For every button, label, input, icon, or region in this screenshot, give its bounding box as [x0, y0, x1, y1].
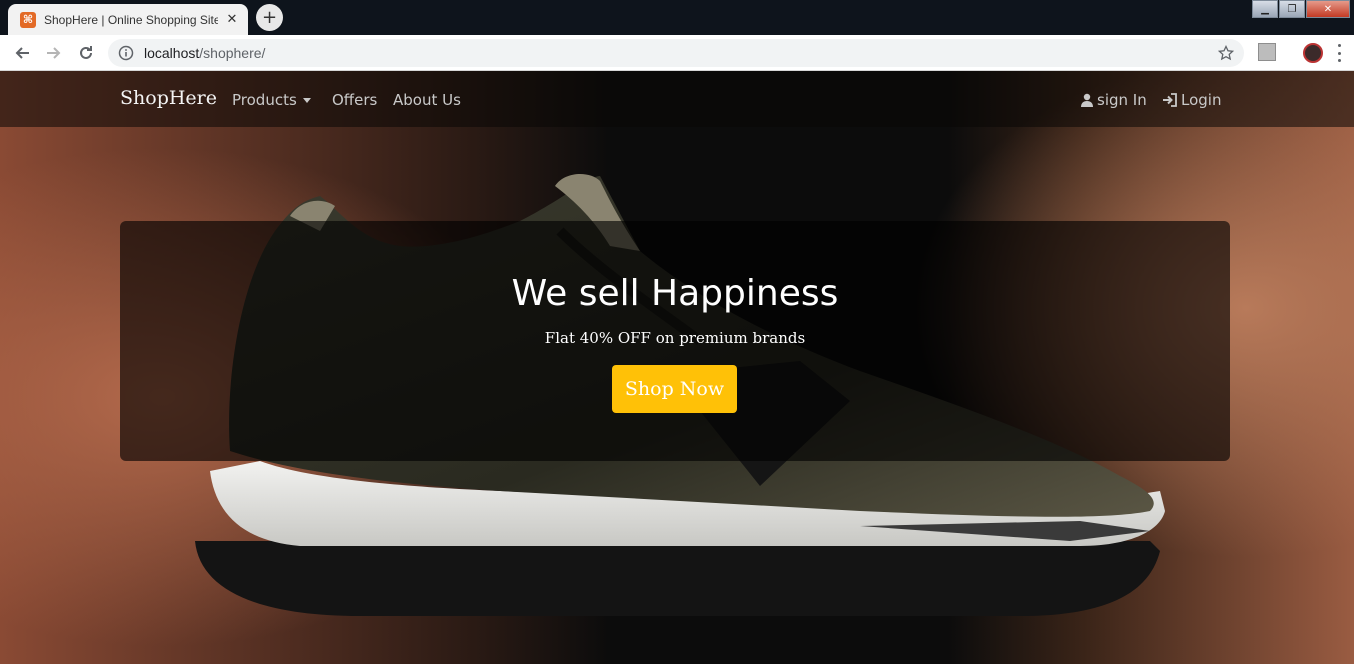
browser-tab-strip: ⌘ ShopHere | Online Shopping Site ✕ + ▁ … — [0, 0, 1354, 35]
nav-products-dropdown[interactable]: Products — [232, 91, 311, 109]
arrow-right-icon — [47, 46, 61, 59]
info-icon[interactable] — [118, 45, 134, 61]
hero-subtitle: Flat 40% OFF on premium brands — [544, 329, 806, 347]
address-bar[interactable]: localhost/shophere/ — [108, 39, 1244, 67]
profile-avatar-icon[interactable] — [1303, 43, 1323, 63]
tab-close-icon[interactable]: ✕ — [224, 12, 240, 28]
login-link[interactable]: Login — [1163, 91, 1221, 109]
minimize-button[interactable]: ▁ — [1252, 0, 1278, 18]
reload-icon — [80, 45, 92, 59]
hero-title: We sell Happiness — [511, 273, 839, 314]
back-button[interactable] — [6, 37, 38, 69]
brand-logo[interactable]: ShopHere — [120, 87, 217, 109]
site-navbar: ShopHere Products Offers About Us sign I… — [0, 71, 1354, 127]
caret-down-icon — [302, 98, 311, 103]
user-icon — [1081, 93, 1093, 107]
url-host: localhost — [144, 45, 200, 61]
xampp-favicon-icon: ⌘ — [20, 11, 36, 28]
window-controls: ▁ ❐ ✕ — [1251, 0, 1350, 18]
url-path: /shophere/ — [199, 45, 266, 61]
restore-button[interactable]: ❐ — [1279, 0, 1305, 18]
shop-now-button[interactable]: Shop Now — [612, 365, 737, 413]
window-close-button[interactable]: ✕ — [1306, 0, 1350, 18]
nav-about-link[interactable]: About Us — [393, 91, 461, 109]
browser-toolbar: localhost/shophere/ — [0, 35, 1354, 71]
page-viewport: ShopHere Products Offers About Us sign I… — [0, 71, 1354, 664]
nav-offers-link[interactable]: Offers — [332, 91, 377, 109]
browser-menu-icon[interactable] — [1338, 44, 1344, 62]
hero-jumbotron: We sell Happiness Flat 40% OFF on premiu… — [120, 221, 1230, 461]
new-tab-button[interactable]: + — [256, 4, 283, 31]
signin-link[interactable]: sign In — [1081, 91, 1147, 109]
browser-tab[interactable]: ⌘ ShopHere | Online Shopping Site ✕ — [8, 4, 248, 35]
arrow-left-icon — [15, 46, 29, 59]
signin-label: sign In — [1097, 91, 1147, 109]
tab-title: ShopHere | Online Shopping Site — [44, 12, 218, 27]
bookmark-star-icon[interactable] — [1218, 45, 1234, 61]
nav-products-label: Products — [232, 91, 297, 109]
reload-button[interactable] — [70, 37, 102, 69]
login-label: Login — [1181, 91, 1222, 109]
extension-icon[interactable] — [1258, 43, 1276, 61]
sign-in-icon — [1163, 93, 1177, 107]
forward-button[interactable] — [38, 37, 70, 69]
